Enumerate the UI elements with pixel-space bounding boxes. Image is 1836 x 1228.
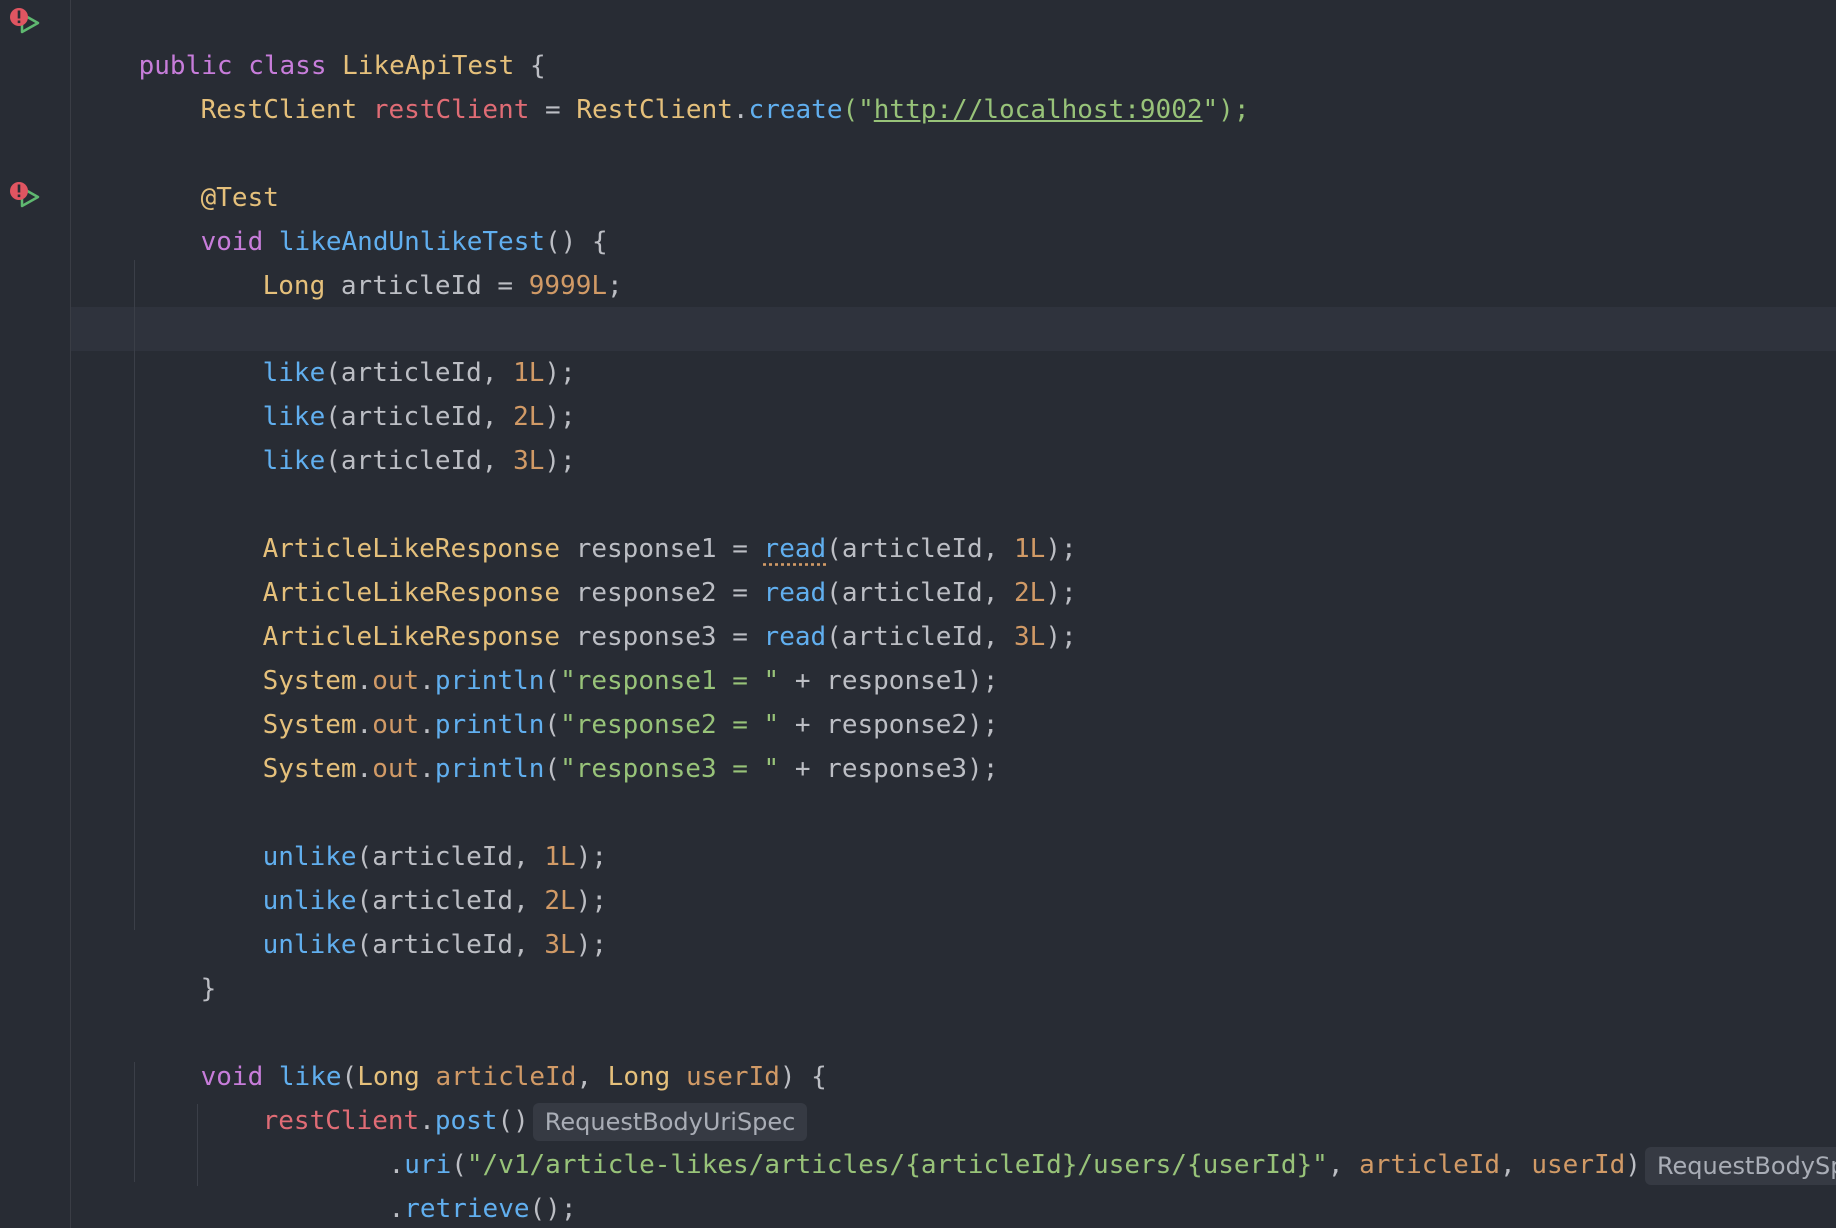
args-close: ); [1045, 622, 1077, 652]
code-line-unlike-call[interactable]: unlike(articleId, 1L); [200, 791, 607, 872]
code-line-close-brace[interactable]: } [138, 923, 217, 1004]
comma: , [1500, 1150, 1532, 1180]
code-line-like-call[interactable]: like(articleId, 1L); [200, 307, 576, 388]
run-test-method-icon[interactable] [8, 180, 42, 210]
url-link[interactable]: http://localhost:9002 [874, 95, 1203, 125]
code-line-println[interactable]: System.out.println("response1 = " + resp… [200, 615, 999, 696]
code-line-rest-client-field[interactable]: RestClient restClient = RestClient.creat… [138, 44, 1250, 125]
brace: } [200, 974, 217, 1004]
method-name: println [434, 754, 545, 784]
string-open: (" [842, 95, 874, 125]
code-line-println[interactable]: System.out.println("response2 = " + resp… [200, 659, 999, 740]
code-line-read-call[interactable]: ArticleLikeResponse response1 = read(art… [200, 483, 1077, 564]
paren-close: ) [1625, 1150, 1641, 1180]
class-name: RestClient [576, 95, 733, 125]
code-line-test-method-declaration[interactable]: void likeAndUnlikeTest() { [138, 176, 608, 257]
parameter: articleId [1359, 1150, 1501, 1180]
method-name: unlike [262, 930, 357, 960]
code-line-like-method-declaration[interactable]: void like(Long articleId, Long userId) { [138, 1011, 827, 1092]
type-name: Long [262, 271, 326, 301]
args: (articleId, [356, 930, 545, 960]
dot: . [419, 754, 435, 784]
method-name: retrieve [404, 1194, 530, 1224]
type-name: RestClient [200, 95, 358, 125]
type-inlay-hint: RequestBodySpec [1644, 1146, 1836, 1185]
code-line-println[interactable]: System.out.println("response3 = " + resp… [200, 703, 999, 784]
code-line-article-id[interactable]: Long articleId = 9999L; [200, 220, 623, 301]
paren: ( [544, 754, 561, 784]
number-literal: 3L [544, 930, 576, 960]
indent-guide [134, 260, 135, 930]
code-line-like-call[interactable]: like(articleId, 3L); [200, 395, 576, 476]
code-line-unlike-call[interactable]: unlike(articleId, 2L); [200, 835, 607, 916]
code-line-read-call[interactable]: ArticleLikeResponse response3 = read(art… [200, 571, 1077, 652]
dot: . [732, 95, 749, 125]
number-literal: 3L [1014, 622, 1046, 652]
dot: . [356, 754, 373, 784]
code-line-retrieve[interactable]: .retrieve(); [326, 1143, 577, 1224]
comma: , [1327, 1150, 1360, 1180]
run-test-class-icon[interactable] [8, 6, 42, 36]
number-literal: 9999L [528, 271, 608, 301]
code-line-uri[interactable]: .uri("/v1/article-likes/articles/{articl… [326, 1099, 1836, 1185]
static-field: out [372, 754, 420, 784]
string-close: "); [1202, 95, 1250, 125]
code-line-close-brace[interactable]: } [138, 1187, 216, 1228]
string-literal: "response3 = " [560, 754, 780, 784]
code-line-unlike-call[interactable]: unlike(articleId, 3L); [200, 879, 607, 960]
class-name: System [262, 754, 357, 784]
code-line-annotation[interactable]: @Test [138, 132, 279, 213]
code-line-like-call[interactable]: like(articleId, 2L); [200, 351, 576, 432]
args-close: ); [544, 446, 576, 476]
code-editor[interactable]: public class LikeApiTest { RestClient re… [0, 0, 1836, 1228]
indent-guide [197, 1104, 198, 1186]
parameter: userId [1531, 1150, 1626, 1180]
number-literal: 3L [513, 446, 545, 476]
args: (articleId, [325, 446, 514, 476]
code-line-post[interactable]: restClient.post() RequestBodyUriSpec [200, 1055, 808, 1141]
code-line-read-call[interactable]: ArticleLikeResponse response2 = read(art… [200, 527, 1077, 608]
method-name: create [748, 95, 843, 125]
args-close: + response3); [779, 754, 999, 784]
dot: . [388, 1194, 405, 1224]
gutter-border [70, 0, 71, 1228]
operator: = [529, 95, 577, 125]
variable: articleId = [325, 271, 529, 301]
code-line-class-declaration[interactable]: public class LikeApiTest { [76, 0, 546, 81]
field-name: restClient [372, 95, 530, 125]
method-name: like [262, 446, 326, 476]
args-close: ); [575, 930, 608, 960]
args-close: (); [529, 1194, 577, 1224]
string-literal: "/v1/article-likes/articles/{articleId}/… [466, 1150, 1328, 1180]
indent-guide [134, 1062, 135, 1182]
semicolon: ; [607, 271, 623, 301]
